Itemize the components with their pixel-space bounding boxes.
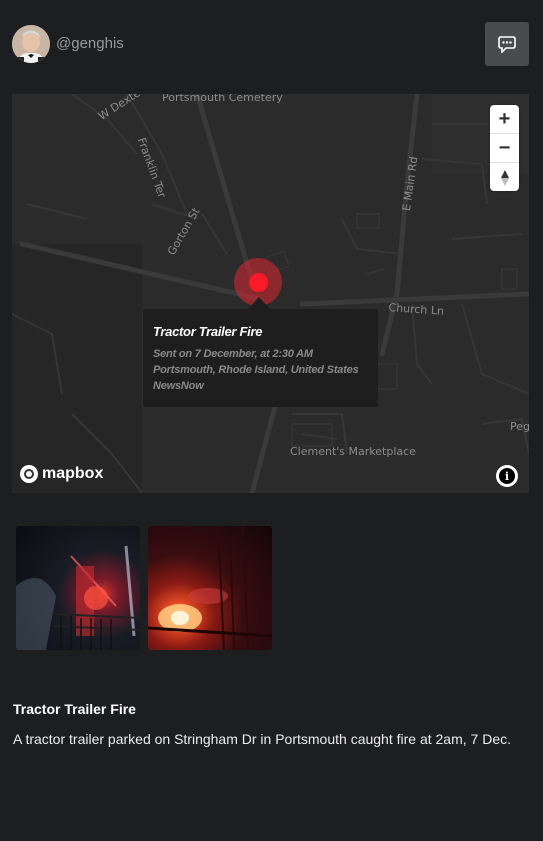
avatar[interactable] <box>12 25 50 63</box>
post-title: Tractor Trailer Fire <box>13 701 136 717</box>
popup-sent-time: Sent on 7 December, at 2:30 AM <box>153 348 313 360</box>
popup-title: Tractor Trailer Fire <box>153 324 263 339</box>
zoom-in-button[interactable]: + <box>490 105 519 134</box>
compass-button[interactable] <box>490 163 519 191</box>
marker-popup: Tractor Trailer Fire Sent on 7 December,… <box>143 309 378 407</box>
info-icon: i <box>499 468 515 484</box>
zoom-out-button[interactable]: − <box>490 134 519 163</box>
username[interactable]: @genghis <box>56 35 124 52</box>
attribution-info-button[interactable]: i <box>496 465 518 487</box>
compass-icon <box>500 169 509 186</box>
map-label-portsmouth-cemetery: Portsmouth Cemetery <box>162 94 283 104</box>
map-marker[interactable] <box>249 273 268 292</box>
map[interactable]: W Dexter Portsmouth Cemetery Franklin Te… <box>12 94 529 493</box>
photo-thumbnail-1[interactable] <box>16 526 140 650</box>
fire-scene-photo-1 <box>16 545 140 650</box>
zoom-control: + − <box>490 105 519 191</box>
map-label-clements-marketplace: Clement's Marketplace <box>290 445 416 458</box>
photo-thumbnail-2[interactable] <box>148 526 272 650</box>
chat-bubble-icon <box>498 35 516 53</box>
avatar-image <box>12 25 50 63</box>
map-label-peg: Peg <box>510 420 529 433</box>
popup-location: Portsmouth, Rhode Island, United States <box>153 364 359 376</box>
popup-source: NewsNow <box>153 380 204 392</box>
post-header: @genghis <box>0 0 543 90</box>
mapbox-wordmark: mapbox <box>42 465 104 482</box>
mapbox-icon <box>20 465 38 483</box>
fire-scene-photo-2 <box>148 526 272 650</box>
mapbox-logo[interactable]: mapbox <box>20 465 103 483</box>
popup-tip <box>248 297 270 309</box>
chat-button[interactable] <box>485 22 529 66</box>
post-body: A tractor trailer parked on Stringham Dr… <box>13 731 511 747</box>
